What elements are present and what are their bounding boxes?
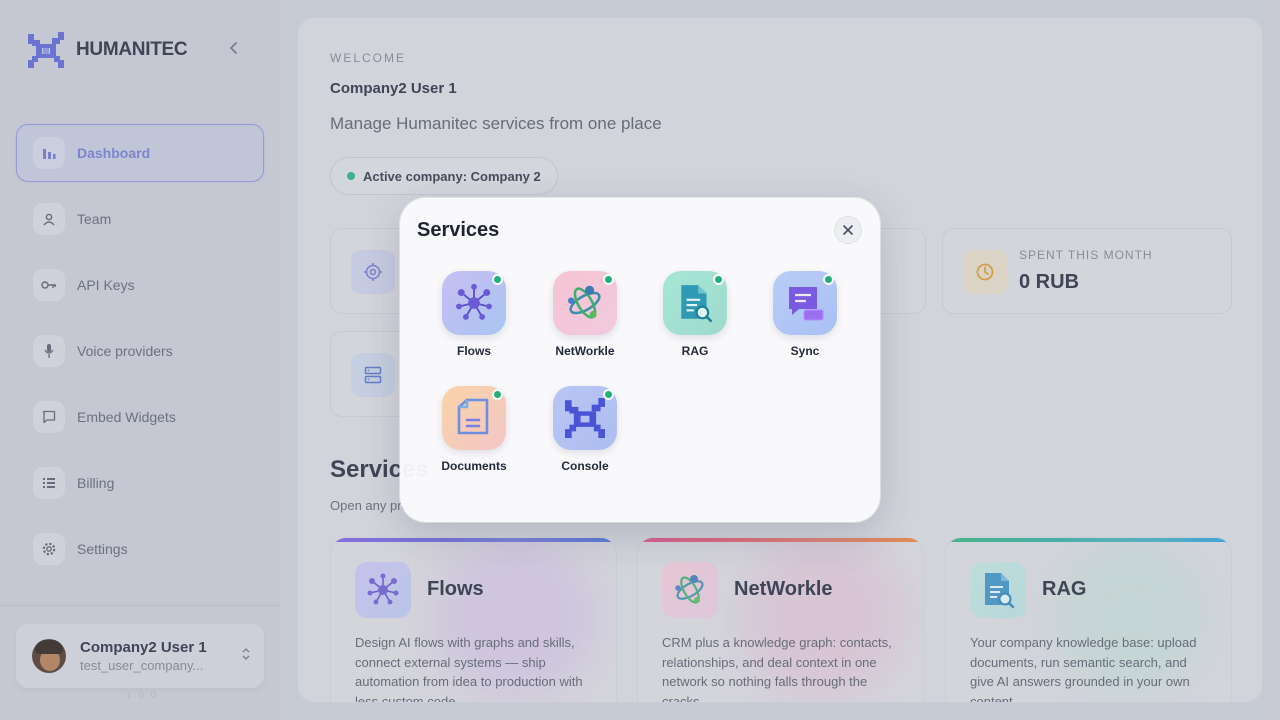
- app-label: Sync: [790, 344, 820, 358]
- app-label: NetWorkle: [555, 344, 615, 358]
- app-label: Flows: [456, 344, 491, 358]
- documents-icon: [442, 386, 506, 450]
- app-tile-networkle[interactable]: NetWorkle: [540, 271, 630, 358]
- modal-title: Services: [417, 219, 500, 241]
- status-dot: [713, 274, 724, 285]
- app-tile-flows[interactable]: Flows: [429, 271, 519, 358]
- app-label: RAG: [681, 344, 709, 358]
- sync-icon: [773, 271, 837, 335]
- app-tile-rag[interactable]: RAG: [650, 271, 740, 358]
- close-button[interactable]: [834, 216, 862, 244]
- app-tile-documents[interactable]: Documents: [429, 386, 519, 473]
- networkle-icon: [553, 271, 617, 335]
- app-tile-console[interactable]: Console: [540, 386, 630, 473]
- services-modal: Services Flows NetWorkle RAG Sync Docume…: [400, 198, 880, 522]
- console-icon: [553, 386, 617, 450]
- status-dot: [492, 274, 503, 285]
- status-dot: [603, 389, 614, 400]
- app-label: Console: [561, 459, 609, 473]
- flows-icon: [442, 271, 506, 335]
- close-icon: [843, 225, 853, 235]
- app-tile-sync[interactable]: Sync: [760, 271, 850, 358]
- status-dot: [823, 274, 834, 285]
- rag-icon: [663, 271, 727, 335]
- status-dot: [492, 389, 503, 400]
- app-label: Documents: [441, 459, 507, 473]
- status-dot: [603, 274, 614, 285]
